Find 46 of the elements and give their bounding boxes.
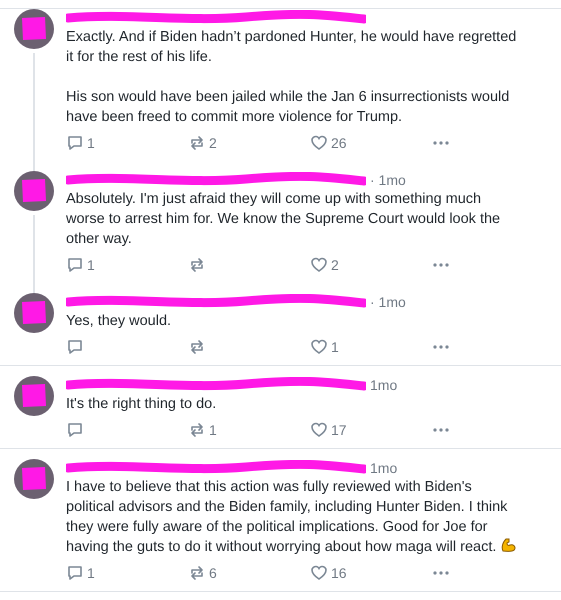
avatar-redacted[interactable] bbox=[14, 293, 54, 333]
more-options-icon[interactable] bbox=[432, 262, 450, 268]
repost-icon bbox=[188, 134, 206, 152]
post-time: · 1mo bbox=[370, 294, 406, 310]
reply-icon bbox=[66, 338, 84, 356]
more-options-icon[interactable] bbox=[432, 344, 450, 350]
post-text: I have to believe that this action was fully reviewed with Biden's political advisors and the Biden family, including Hunter Biden. I think they were fully aware of the political implications. Good for Joe for having the guts to do it without worrying about how maga will react. bbox=[66, 477, 521, 557]
reply-button[interactable]: 1 bbox=[66, 134, 188, 152]
post-time: 1mo bbox=[370, 460, 398, 476]
avatar-redacted[interactable] bbox=[14, 171, 54, 211]
post-text: Absolutely. I'm just afraid they will come up with something much worse to arrest him for. We know the Supreme Court would look the other way. bbox=[66, 190, 502, 249]
like-button[interactable]: 17 bbox=[310, 421, 432, 439]
post-time: 1mo bbox=[370, 377, 398, 393]
heart-icon bbox=[310, 134, 328, 152]
heart-icon bbox=[310, 421, 328, 439]
post-text: It's the right thing to do. bbox=[66, 395, 218, 414]
heart-icon bbox=[310, 338, 328, 356]
repost-icon bbox=[188, 421, 206, 439]
reply-icon bbox=[66, 421, 84, 439]
more-options-icon[interactable] bbox=[432, 570, 450, 576]
repost-icon bbox=[188, 338, 206, 356]
reply-icon bbox=[66, 256, 84, 274]
repost-button[interactable]: 6 bbox=[188, 564, 310, 582]
repost-button[interactable]: 2 bbox=[188, 134, 310, 152]
heart-icon bbox=[310, 564, 328, 582]
post-text: His son would have been jailed while the Jan 6 insurrectionists would have been freed to commit more violence for Trump. bbox=[66, 88, 510, 127]
like-button[interactable]: 16 bbox=[310, 564, 432, 582]
like-button[interactable]: 26 bbox=[310, 134, 432, 152]
post-text: Yes, they would. bbox=[66, 312, 172, 331]
avatar-redacted[interactable] bbox=[14, 9, 54, 49]
like-button[interactable]: 2 bbox=[310, 256, 432, 274]
post-text: Exactly. And if Biden hadn’t pardoned Hunter, he would have regretted it for the rest of his life. bbox=[66, 28, 518, 67]
like-button[interactable]: 1 bbox=[310, 338, 432, 356]
post-time: · 1mo bbox=[370, 172, 406, 188]
more-options-icon[interactable] bbox=[432, 427, 450, 433]
reply-button[interactable]: 1 bbox=[66, 256, 188, 274]
avatar-redacted[interactable] bbox=[14, 459, 54, 499]
reply-icon bbox=[66, 134, 84, 152]
heart-icon bbox=[310, 256, 328, 274]
avatar-redacted[interactable] bbox=[14, 376, 54, 416]
repost-icon bbox=[188, 256, 206, 274]
reply-button[interactable]: 1 bbox=[66, 564, 188, 582]
more-options-icon[interactable] bbox=[432, 140, 450, 146]
repost-button[interactable]: 1 bbox=[188, 421, 310, 439]
repost-icon bbox=[188, 564, 206, 582]
reply-icon bbox=[66, 564, 84, 582]
